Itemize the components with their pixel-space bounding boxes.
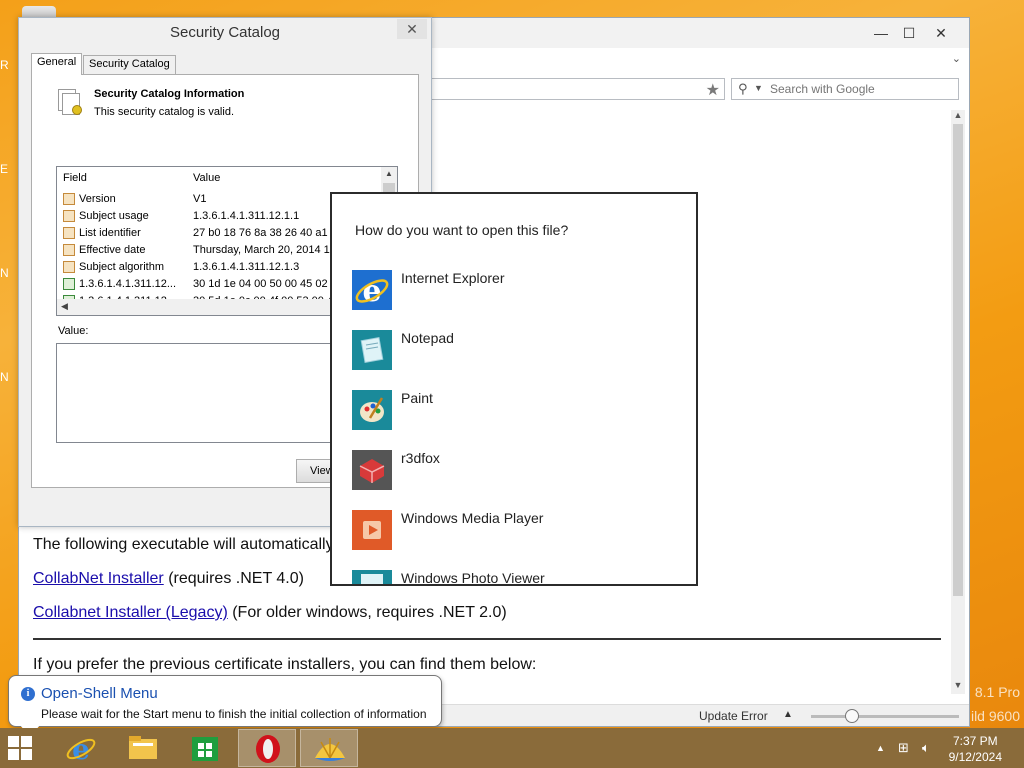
desktop-letter-3: N: [0, 266, 9, 280]
search-engine-dropdown-icon[interactable]: ▼: [754, 83, 763, 93]
watermark-edition: 8.1 Pro: [974, 684, 1020, 700]
field-property-icon: [63, 244, 75, 256]
scroll-up-arrow-icon[interactable]: ▲: [381, 169, 397, 178]
taskbar-opera-icon[interactable]: [238, 729, 296, 767]
volume-muted-icon[interactable]: 🔈︎: [922, 740, 930, 756]
tab-security-catalog[interactable]: Security Catalog: [83, 55, 176, 74]
clock-date: 9/12/2024: [948, 750, 1002, 764]
field-property-icon: [63, 193, 75, 205]
close-button[interactable]: ✕: [927, 24, 955, 42]
page-scrollbar[interactable]: ▲ ▼: [951, 110, 965, 694]
photo-viewer-icon: [352, 570, 392, 584]
extension-icon: [63, 278, 75, 290]
field-name: Subject algorithm: [79, 261, 164, 273]
app-name: r3dfox: [401, 450, 440, 466]
scroll-left-arrow-icon[interactable]: ◀: [61, 301, 68, 312]
notification-title: Open-Shell Menu: [41, 685, 158, 702]
content-line-legacy: Collabnet Installer (Legacy) (For older …: [33, 604, 507, 622]
open-with-question: How do you want to open this file?: [355, 222, 569, 238]
tab-general[interactable]: General: [31, 53, 83, 75]
caret-up-icon[interactable]: ▲: [783, 709, 793, 720]
field-name: Version: [79, 193, 116, 205]
content-line-installer: CollabNet Installer (requires .NET 4.0): [33, 570, 304, 588]
tray-overflow-chevron-icon[interactable]: ▲: [876, 743, 885, 753]
field-name: Effective date: [79, 244, 146, 256]
scroll-up-arrow-icon[interactable]: ▲: [951, 110, 965, 124]
content-line-executable: The following executable will automatica…: [33, 536, 342, 553]
watermark-build: ild 9600: [970, 708, 1020, 724]
tab-list-chevron-icon[interactable]: ⌄: [952, 52, 961, 65]
taskbar-file-explorer-icon[interactable]: [114, 729, 172, 767]
dialog-close-button[interactable]: ✕: [397, 19, 427, 39]
field-list-header: Field Value: [57, 167, 383, 189]
info-heading: Security Catalog Information: [94, 88, 245, 100]
column-header-field[interactable]: Field: [63, 172, 87, 184]
certificate-icon: [58, 89, 86, 119]
field-name: List identifier: [79, 227, 141, 239]
app-option-windows-photo-viewer[interactable]: Windows Photo Viewer: [352, 570, 682, 586]
app-name: Notepad: [401, 330, 454, 346]
system-clock[interactable]: 7:37 PM 9/12/2024: [949, 733, 1002, 765]
app-option-paint[interactable]: Paint: [352, 390, 682, 434]
r3dfox-icon: [352, 450, 392, 490]
legacy-requirement: (For older windows, requires .NET 2.0): [232, 604, 507, 621]
notification-balloon[interactable]: i Open-Shell Menu Please wait for the St…: [8, 675, 442, 727]
app-option-notepad[interactable]: Notepad: [352, 330, 682, 374]
collabnet-legacy-installer-link[interactable]: Collabnet Installer (Legacy): [33, 604, 228, 621]
clock-time: 7:37 PM: [952, 734, 998, 748]
update-error-status[interactable]: Update Error: [699, 709, 768, 723]
info-icon: i: [21, 687, 35, 701]
search-box[interactable]: ⚲ ▼: [731, 78, 959, 100]
taskbar-shell-icon[interactable]: [300, 729, 358, 767]
app-name: Windows Media Player: [401, 510, 544, 526]
app-name: Windows Photo Viewer: [401, 570, 545, 586]
desktop-letter-4: N: [0, 370, 9, 384]
zoom-slider[interactable]: [811, 715, 959, 718]
bookmark-star-icon[interactable]: ★: [706, 80, 720, 100]
taskbar: e ▲ ⊞ 🔈︎ 7:37 PM 9/12/2024: [0, 728, 1024, 768]
info-status: This security catalog is valid.: [94, 106, 234, 118]
field-name: Subject usage: [79, 210, 149, 222]
notepad-icon: [352, 330, 392, 370]
svg-text:e: e: [72, 733, 90, 766]
app-name: Internet Explorer: [401, 270, 505, 286]
address-bar[interactable]: ★: [429, 78, 725, 100]
zoom-slider-handle[interactable]: [845, 709, 859, 723]
desktop-letter-2: E: [0, 162, 9, 176]
minimize-button[interactable]: —: [867, 24, 895, 42]
taskbar-store-icon[interactable]: [176, 729, 234, 767]
paint-icon: [352, 390, 392, 430]
svg-text:e: e: [362, 274, 381, 309]
media-player-icon: [352, 510, 392, 550]
value-label: Value:: [58, 325, 89, 337]
start-button[interactable]: [8, 736, 34, 762]
field-property-icon: [63, 210, 75, 222]
app-option-windows-media-player[interactable]: Windows Media Player: [352, 510, 682, 554]
search-icon: ⚲: [738, 81, 748, 96]
app-name: Paint: [401, 390, 433, 406]
taskbar-internet-explorer-icon[interactable]: e: [52, 729, 110, 767]
scrollbar-thumb[interactable]: [953, 124, 963, 596]
content-divider: [33, 638, 941, 640]
collabnet-installer-link[interactable]: CollabNet Installer: [33, 570, 164, 587]
app-option-internet-explorer[interactable]: e Internet Explorer: [352, 270, 682, 314]
search-input[interactable]: [770, 81, 950, 97]
field-property-icon: [63, 261, 75, 273]
open-with-dialog: How do you want to open this file? e Int…: [330, 192, 698, 586]
scroll-down-arrow-icon[interactable]: ▼: [951, 680, 965, 694]
field-property-icon: [63, 227, 75, 239]
network-icon[interactable]: ⊞: [898, 740, 909, 756]
installer-requirement: (requires .NET 4.0): [168, 570, 304, 587]
field-name: 1.3.6.1.4.1.311.12...: [79, 278, 177, 290]
internet-explorer-icon: e: [352, 270, 392, 310]
column-header-value[interactable]: Value: [193, 172, 220, 184]
notification-message: Please wait for the Start menu to finish…: [41, 707, 427, 721]
maximize-button[interactable]: ☐: [895, 24, 923, 42]
app-option-r3dfox[interactable]: r3dfox: [352, 450, 682, 494]
content-line-certificates: If you prefer the previous certificate i…: [33, 656, 537, 673]
desktop-letter-1: R: [0, 58, 9, 72]
dialog-title: Security Catalog: [169, 24, 281, 41]
